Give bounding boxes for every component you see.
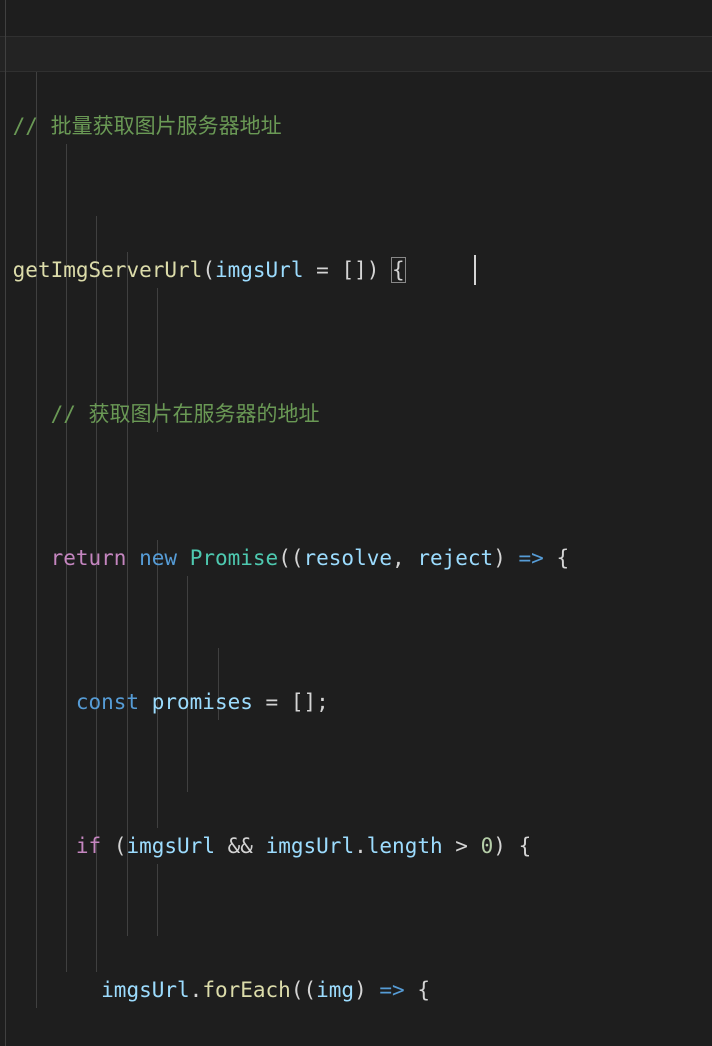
var-imgsurl-1: imgsUrl xyxy=(126,834,215,858)
param-resolve: resolve xyxy=(303,546,393,570)
code-line-6[interactable]: if (imgsUrl && imgsUrl.length > 0) { xyxy=(0,828,712,864)
brace-open-4: { xyxy=(417,978,430,1002)
code-line-3[interactable]: // 获取图片在服务器的地址 xyxy=(0,396,712,432)
keyword-if-1: if xyxy=(75,834,102,858)
code-line-2[interactable]: getImgServerUrl(imgsUrl = []) { xyxy=(0,252,712,288)
paren-open-2: (( xyxy=(278,546,304,570)
text-cursor xyxy=(474,255,476,285)
arrow-op-2: => xyxy=(379,978,405,1002)
var-promises: promises xyxy=(151,690,253,714)
paren-close-2: ) xyxy=(493,834,506,858)
var-imgsurl-2: imgsUrl xyxy=(265,834,355,858)
keyword-const: const xyxy=(75,690,140,714)
dot-1: . xyxy=(354,834,367,858)
comment-text-2: // 获取图片在服务器的地址 xyxy=(50,402,320,426)
var-imgsurl-3: imgsUrl xyxy=(101,978,190,1002)
type-promise: Promise xyxy=(189,546,279,570)
code-editor[interactable]: // 批量获取图片服务器地址 getImgServerUrl(imgsUrl =… xyxy=(0,0,712,1046)
code-line-1[interactable]: // 批量获取图片服务器地址 xyxy=(0,108,712,144)
gt-op-1: > xyxy=(455,834,468,858)
equals-op-2: = xyxy=(265,690,279,714)
prop-length-1: length xyxy=(366,834,443,858)
paren-close-1: ) xyxy=(493,546,506,570)
brace-open-3: { xyxy=(518,834,532,858)
param-img: img xyxy=(316,978,355,1002)
fn-foreach-1: forEach xyxy=(202,978,291,1002)
param-imgsurl: imgsUrl xyxy=(214,258,304,282)
code-line-7[interactable]: imgsUrl.forEach((img) => { xyxy=(0,972,712,1008)
arrow-op-1: => xyxy=(518,546,544,570)
code-line-4[interactable]: return new Promise((resolve, reject) => … xyxy=(0,540,712,576)
brace-open-2: { xyxy=(556,546,570,570)
paren-open-3: ( xyxy=(113,834,127,858)
empty-array-2: []; xyxy=(290,690,329,714)
comment-text: // 批量获取图片服务器地址 xyxy=(12,114,282,138)
equals-op: = xyxy=(316,258,329,282)
keyword-new: new xyxy=(139,546,178,570)
and-op-1: && xyxy=(227,834,253,858)
dot-2: . xyxy=(189,978,203,1002)
comma-1: , xyxy=(392,546,405,570)
param-reject: reject xyxy=(417,546,494,570)
keyword-return: return xyxy=(50,546,127,570)
paren-open: ( xyxy=(202,258,215,282)
paren-close-3: ) xyxy=(354,978,367,1002)
paren-open-4: (( xyxy=(290,978,317,1002)
empty-array: []) xyxy=(341,258,380,282)
code-content[interactable]: // 批量获取图片服务器地址 getImgServerUrl(imgsUrl =… xyxy=(0,0,712,1046)
code-line-5[interactable]: const promises = []; xyxy=(0,684,712,720)
brace-open-matched: { xyxy=(391,257,406,283)
function-name: getImgServerUrl xyxy=(12,258,203,282)
number-zero-1: 0 xyxy=(480,834,494,858)
